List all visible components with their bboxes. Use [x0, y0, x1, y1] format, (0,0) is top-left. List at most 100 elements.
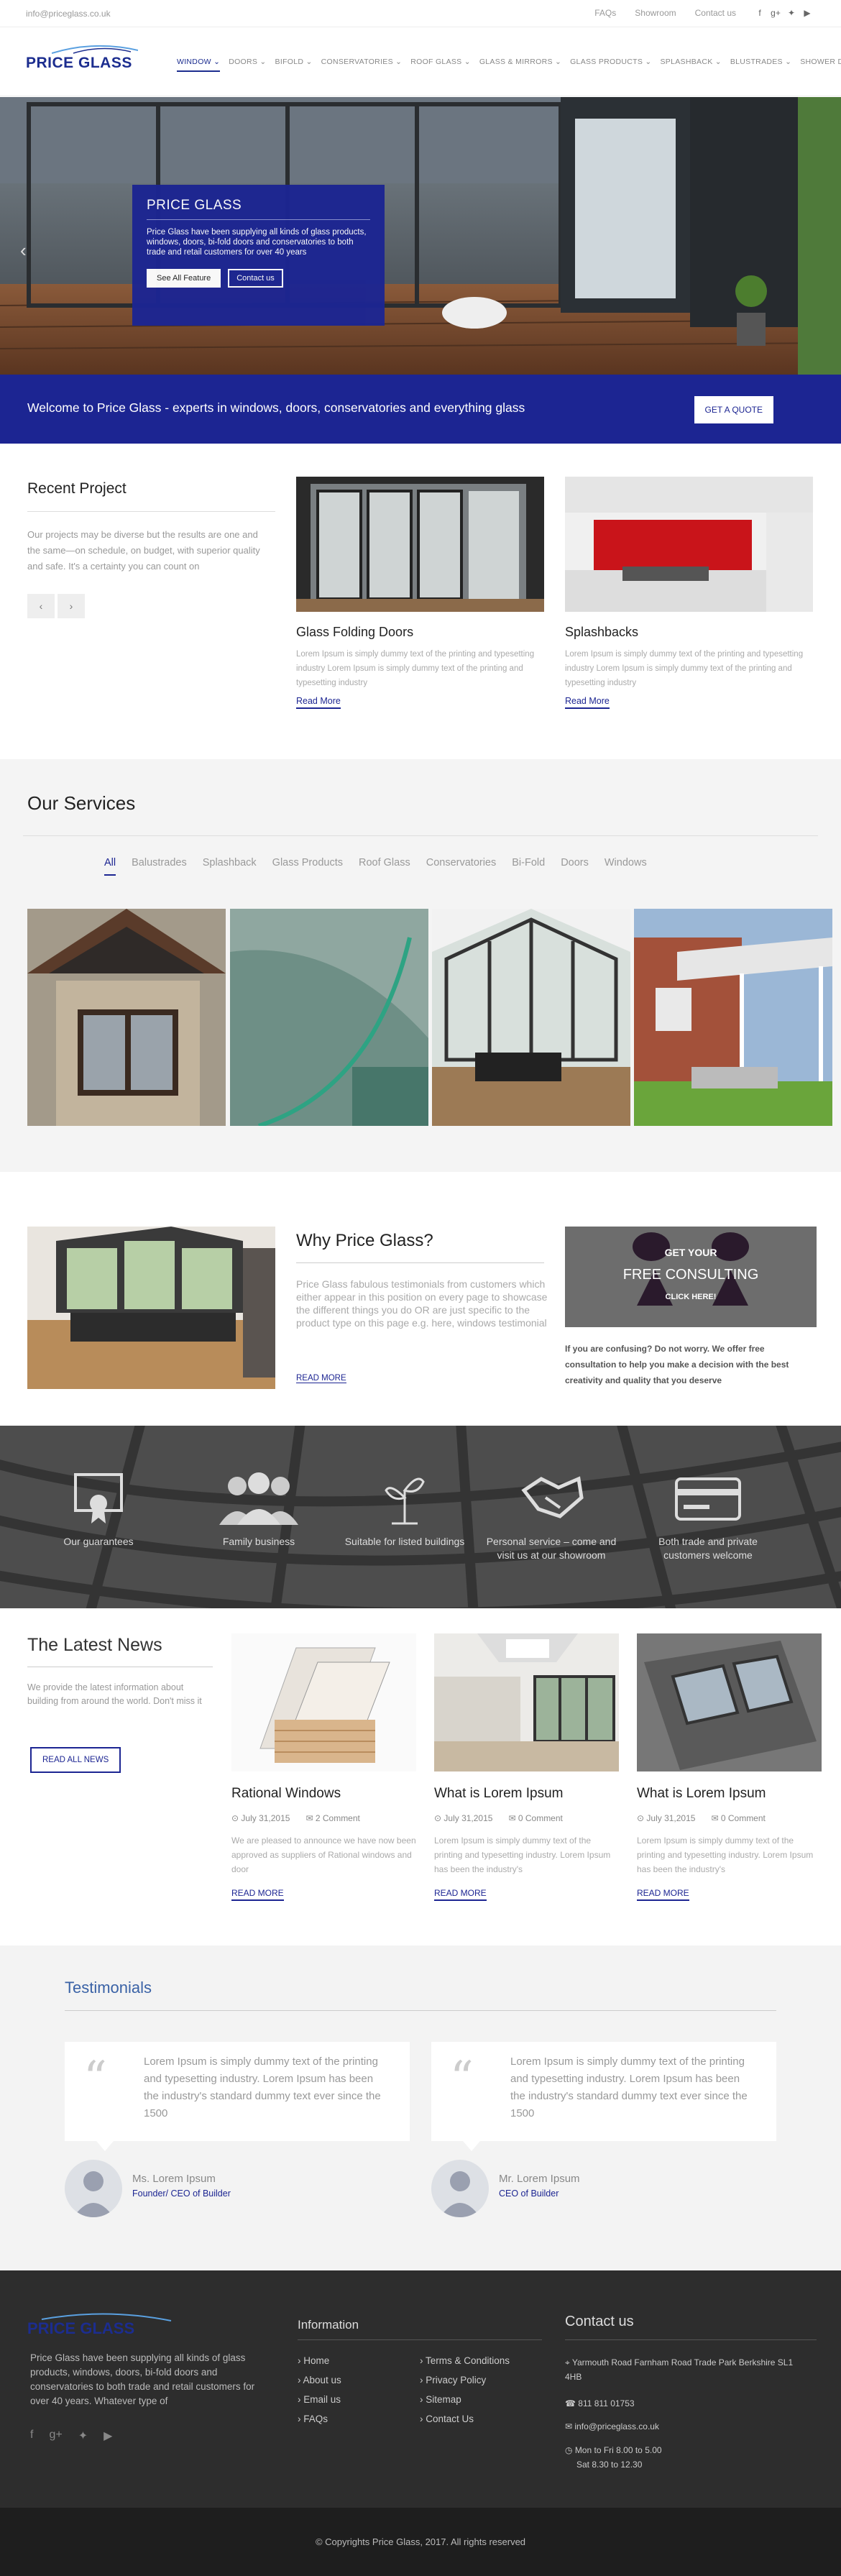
topbar-email[interactable]: info@priceglass.co.uk: [26, 9, 111, 19]
contact-us-button[interactable]: Contact us: [228, 269, 283, 288]
footer-info-list: › Home › About us › Email us › FAQs: [298, 2355, 341, 2433]
next-arrow-icon[interactable]: ›: [58, 594, 85, 618]
read-more-link[interactable]: READ MORE: [637, 1888, 689, 1901]
news-title[interactable]: What is Lorem Ipsum: [434, 1786, 619, 1802]
service-image-veranda[interactable]: [634, 909, 832, 1126]
topbar-link-showroom[interactable]: Showroom: [635, 8, 676, 18]
footer-phone[interactable]: ☎ 811 811 01753: [565, 2398, 635, 2408]
prev-arrow-icon[interactable]: ‹: [27, 594, 55, 618]
footer-email[interactable]: ✉ info@priceglass.co.uk: [565, 2421, 659, 2431]
read-more-link[interactable]: Read More: [565, 696, 610, 709]
nav-bifold[interactable]: BIFOLD ⌄: [275, 58, 313, 72]
footer-link[interactable]: › Terms & Conditions: [420, 2355, 510, 2366]
filter-splashback[interactable]: Splashback: [203, 857, 257, 876]
service-image-glass[interactable]: [230, 909, 428, 1126]
consult-small-text: GET YOUR: [664, 1247, 717, 1258]
filter-doors[interactable]: Doors: [561, 857, 589, 876]
service-image-window[interactable]: [27, 909, 226, 1126]
feature-family-business: Family business: [190, 1469, 327, 1549]
footer-link[interactable]: › Home: [298, 2355, 341, 2366]
divider: [27, 511, 275, 512]
consult-click-text[interactable]: CLICK HERE!: [565, 1293, 817, 1301]
topbar-link-contact[interactable]: Contact us: [695, 8, 736, 18]
recent-project-text: Our projects may be diverse but the resu…: [27, 529, 260, 572]
avatar: [65, 2160, 122, 2217]
nav-window[interactable]: WINDOW ⌄: [177, 58, 221, 72]
welcome-band: Welcome to Price Glass - experts in wind…: [0, 375, 841, 444]
free-consulting-banner[interactable]: GET YOUR FREE CONSULTING CLICK HERE!: [565, 1227, 817, 1327]
footer-link[interactable]: › Contact Us: [420, 2414, 510, 2424]
nav-conservatories[interactable]: CONSERVATORIES ⌄: [321, 58, 403, 72]
project-text: Lorem Ipsum is simply dummy text of the …: [565, 650, 804, 687]
footer-contact-title: Contact us: [565, 2314, 634, 2329]
facebook-icon[interactable]: f: [755, 8, 765, 18]
filter-windows[interactable]: Windows: [605, 857, 647, 876]
read-more-link[interactable]: READ MORE: [434, 1888, 487, 1901]
why-read-more-link[interactable]: READ MORE: [296, 1374, 346, 1383]
service-image-conservatory[interactable]: [432, 909, 630, 1126]
read-more-link[interactable]: READ MORE: [231, 1888, 284, 1901]
nav-splashback[interactable]: SPLASHBACK ⌄: [660, 58, 721, 72]
nav-roof-glass[interactable]: ROOF GLASS ⌄: [410, 58, 471, 72]
nav-glass-products[interactable]: GLASS PRODUCTS ⌄: [570, 58, 651, 72]
news-image[interactable]: [637, 1633, 822, 1771]
read-all-news-button[interactable]: READ ALL NEWS: [30, 1747, 121, 1773]
project-image[interactable]: [296, 477, 544, 612]
testimonial-text: Lorem Ipsum is simply dummy text of the …: [510, 2055, 748, 2119]
nav-glass-mirrors[interactable]: GLASS & MIRRORS ⌄: [479, 58, 561, 72]
filter-bi-fold[interactable]: Bi-Fold: [512, 857, 545, 876]
site-logo[interactable]: PRICE GLASS: [26, 45, 150, 78]
nav-doors[interactable]: DOORS ⌄: [229, 58, 266, 72]
logo-swoosh-icon: [52, 45, 138, 54]
twitter-icon[interactable]: ✦: [78, 2429, 88, 2443]
see-all-feature-button[interactable]: See All Feature: [147, 269, 221, 288]
get-quote-button[interactable]: GET A QUOTE: [694, 396, 773, 423]
filter-all[interactable]: All: [104, 857, 116, 876]
footer-link[interactable]: › About us: [298, 2375, 341, 2385]
people-icon: [219, 1472, 298, 1525]
youtube-icon[interactable]: ▶: [104, 2429, 112, 2443]
calendar-icon: ⊙ July 31,2015: [637, 1813, 696, 1823]
footer-link[interactable]: › Sitemap: [420, 2394, 510, 2405]
filter-roof-glass[interactable]: Roof Glass: [359, 857, 410, 876]
quote-icon: “: [83, 2052, 107, 2105]
project-title: Splashbacks: [565, 625, 639, 639]
nav-blustrades[interactable]: BLUSTRADES ⌄: [730, 58, 791, 72]
phone-icon: ☎: [565, 2398, 579, 2408]
project-card-splashbacks: Splashbacks Lorem Ipsum is simply dummy …: [565, 477, 813, 709]
news-card: What is Lorem Ipsum ⊙ July 31,2015 ✉ 0 Co…: [637, 1633, 822, 1901]
filter-balustrades[interactable]: Balustrades: [132, 857, 187, 876]
topbar-link-faqs[interactable]: FAQs: [594, 8, 616, 18]
news-title[interactable]: What is Lorem Ipsum: [637, 1786, 822, 1802]
facebook-icon[interactable]: f: [30, 2429, 33, 2443]
news-title[interactable]: Rational Windows: [231, 1786, 416, 1802]
testimonial-card: “ Lorem Ipsum is simply dummy text of th…: [65, 2042, 410, 2151]
mail-icon: ✉: [565, 2421, 575, 2431]
calendar-icon: ⊙ July 31,2015: [434, 1813, 493, 1823]
news-image[interactable]: [434, 1633, 619, 1771]
google-plus-icon[interactable]: g+: [771, 8, 781, 18]
avatar: [431, 2160, 489, 2217]
filter-glass-products[interactable]: Glass Products: [272, 857, 343, 876]
footer-hours: ◷ Mon to Fri 8.00 to 5.00 Sat 8.30 to 12…: [565, 2445, 662, 2470]
twitter-icon[interactable]: ✦: [786, 8, 796, 18]
copyright-text: © Copyrights Price Glass, 2017. All righ…: [315, 2536, 526, 2547]
youtube-icon[interactable]: ▶: [802, 8, 812, 18]
nav-shower-doors[interactable]: SHOWER DOORS ⌄: [800, 58, 841, 72]
filter-conservatories[interactable]: Conservatories: [426, 857, 497, 876]
slider-prev-icon[interactable]: ‹: [20, 239, 27, 262]
google-plus-icon[interactable]: g+: [49, 2429, 62, 2443]
feature-guarantees: Our guarantees: [30, 1469, 167, 1549]
logo-text: PRICE GLASS: [26, 55, 132, 71]
feature-trade-private: Both trade and private customers welcome: [640, 1469, 776, 1562]
handshake-icon: [521, 1476, 584, 1518]
footer-link[interactable]: › Privacy Policy: [420, 2375, 510, 2385]
comment-icon: ✉ 2 Comment: [305, 1813, 360, 1823]
read-more-link[interactable]: Read More: [296, 696, 341, 709]
news-image[interactable]: [231, 1633, 416, 1771]
footer-logo[interactable]: PRICE GLASS: [27, 2312, 178, 2337]
footer-link[interactable]: › Email us: [298, 2394, 341, 2405]
project-image[interactable]: [565, 477, 813, 612]
footer-link[interactable]: › FAQs: [298, 2414, 341, 2424]
recent-project-nav: ‹ ›: [27, 594, 85, 618]
